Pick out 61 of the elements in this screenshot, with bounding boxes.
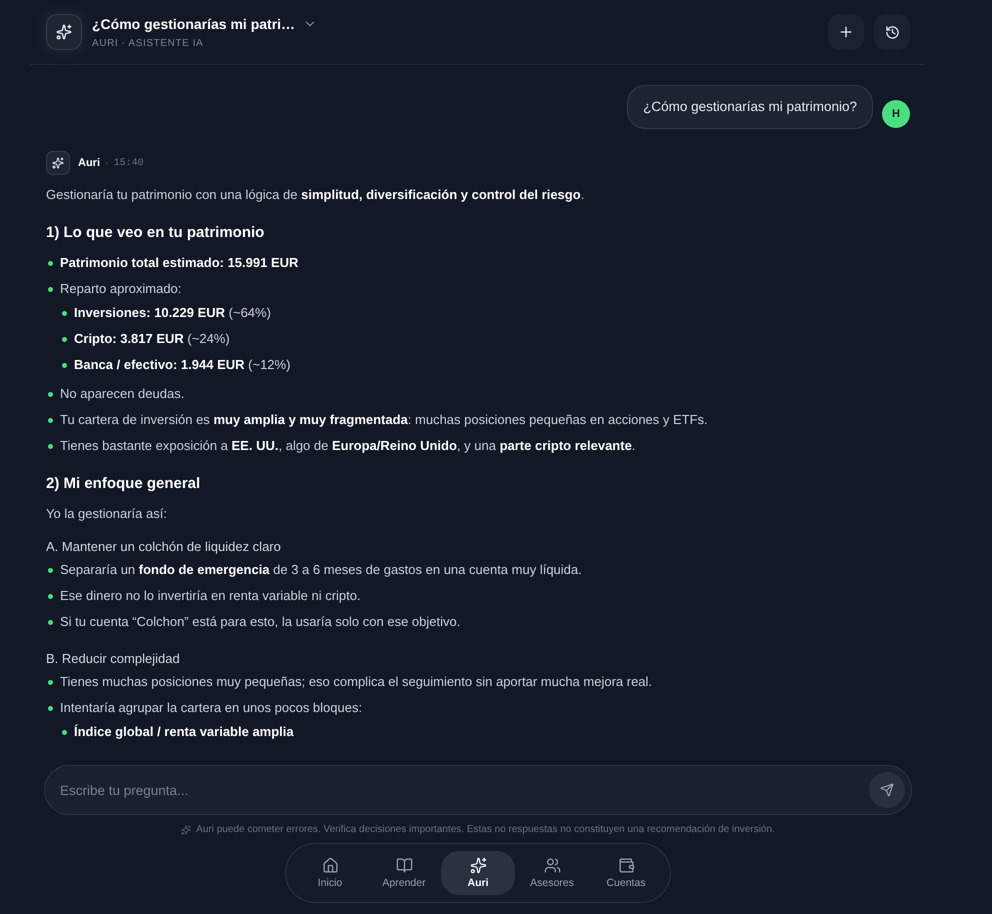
question-input[interactable]: Escribe tu pregunta... [44,765,912,815]
list-item: Si tu cuenta “Colchon” está para esto, la usaría solo con ese objetivo. [60,613,460,631]
bullet-icon [62,311,67,316]
subsection-label: B. Reducir complejidad [46,650,180,668]
bullet-icon [48,261,53,266]
separator-dot: · [105,156,109,171]
user-avatar: H [882,100,910,128]
list-item: Intentaría agrupar la cartera en unos pocos bloques: [60,699,362,717]
list-item: Reparto aproximado: [60,280,182,298]
send-icon [880,783,894,797]
wallet-icon [618,857,634,874]
book-icon [396,857,412,874]
list-item: Banca / efectivo: 1.944 EUR (~12%) [74,356,290,374]
bullet-icon [62,337,67,342]
bullet-icon [48,418,53,423]
nav-tab[interactable]: Aprender [367,851,441,895]
plus-icon [838,24,854,40]
list-item: Patrimonio total estimado: 15.991 EUR [60,254,298,272]
bullet-icon [48,706,53,711]
disclaimer-text: Auri puede cometer errores. Verifica decisiones importantes. Estas no respuestas no constituyen una recomendación de inversión. [196,824,775,836]
list-item: Tu cartera de inversión es muy amplia y muy fragmentada: muchas posiciones pequeñas en acciones y ETFs. [60,411,708,429]
home-icon [322,857,338,874]
bullet-icon [48,444,53,449]
history-button[interactable] [874,14,910,50]
conversation-title: ¿Cómo gestionarías mi patri… [92,14,296,34]
sparkles-icon [181,825,192,835]
list-item: Cripto: 3.817 EUR (~24%) [74,330,230,348]
subsection-label: A. Mantener un colchón de liquidez claro [46,538,281,556]
bullet-icon [48,680,53,685]
list-item: Ese dinero no lo invertiría en renta variable ni cripto. [60,587,361,605]
bullet-icon [48,620,53,625]
bullet-icon [48,392,53,397]
bullet-icon [48,568,53,573]
nav-tab[interactable]: Asesores [515,851,589,895]
history-icon [884,24,900,40]
new-chat-button[interactable] [828,14,864,50]
people-icon [544,857,560,874]
assistant-logo-icon [46,14,82,50]
list-item: Tienes muchas posiciones muy pequeñas; eso complica el seguimiento sin aportar mucha mejora real. [60,673,652,691]
list-item: Índice global / renta variable amplia [74,723,294,741]
bullet-icon [48,594,53,599]
list-item: Inversiones: 10.229 EUR (~64%) [74,304,271,322]
bullet-icon [62,730,67,735]
nav-tab[interactable]: Auri [441,851,515,895]
list-item: Tienes bastante exposición a EE. UU., algo de Europa/Reino Unido, y una parte cripto relevante. [60,437,636,455]
nav-tab[interactable]: Inicio [293,851,367,895]
list-item: No aparecen deudas. [60,385,184,403]
section-heading: 1) Lo que veo en tu patrimonio [46,223,264,243]
assistant-avatar-icon [46,151,70,175]
message-time: 15:40 [114,156,144,170]
message-paragraph: Gestionaría tu patrimonio con una lógica de simplitud, diversificación y control del riesgo. [46,186,584,204]
conversation-subtitle: AURI · ASISTENTE IA [92,36,204,50]
message-paragraph: Yo la gestionaría así: [46,505,167,523]
sparkles-icon [470,857,486,874]
list-item: Separaría un fondo de emergencia de 3 a 6 meses de gastos en una cuenta muy líquida. [60,561,582,579]
assistant-name: Auri [78,156,100,171]
user-message-bubble: ¿Cómo gestionarías mi patrimonio? [627,85,873,129]
section-heading: 2) Mi enfoque general [46,474,200,494]
nav-tab[interactable]: Cuentas [589,851,663,895]
bullet-icon [62,363,67,368]
bullet-icon [48,287,53,292]
